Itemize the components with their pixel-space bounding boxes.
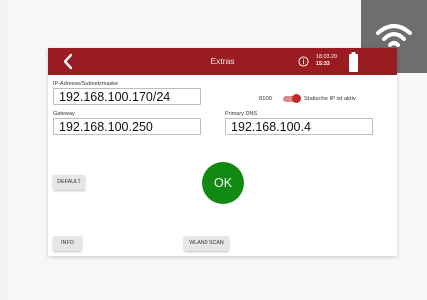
date-text: 18.03.20 [316, 54, 337, 60]
dns-label: Primary DNS [225, 111, 258, 117]
ip-field[interactable]: 192.168.100.170/24 [53, 88, 201, 105]
wlan-scan-button[interactable]: WLAN0 SCAN [184, 236, 229, 251]
left-edge-strip [0, 0, 8, 300]
device-screen: Extras 18.03.20 15:33 IP-Adresse/Subnetz… [48, 48, 397, 256]
header-bar: Extras 18.03.20 15:33 [48, 48, 397, 75]
datetime: 18.03.20 15:33 [316, 54, 337, 68]
ip-label: IP-Adresse/Subnetzmaske [53, 81, 119, 87]
info-button[interactable]: INFO [53, 236, 82, 251]
gateway-label: Gateway [53, 111, 75, 117]
wifi-icon [376, 23, 412, 47]
static-ip-label: Statische IP ist aktiv [304, 96, 356, 102]
static-ip-toggle[interactable] [283, 94, 301, 103]
page-title: Extras [210, 56, 235, 66]
dns-field[interactable]: 192.168.100.4 [225, 118, 373, 135]
port-text: 8100 [259, 96, 272, 102]
gateway-field[interactable]: 192.168.100.250 [53, 118, 201, 135]
ok-button[interactable]: OK [202, 162, 244, 204]
info-icon[interactable] [298, 56, 309, 67]
battery-icon [349, 52, 358, 72]
toggle-knob [292, 94, 301, 103]
time-text: 15:33 [316, 61, 330, 67]
default-button[interactable]: DEFAULT [53, 175, 85, 190]
